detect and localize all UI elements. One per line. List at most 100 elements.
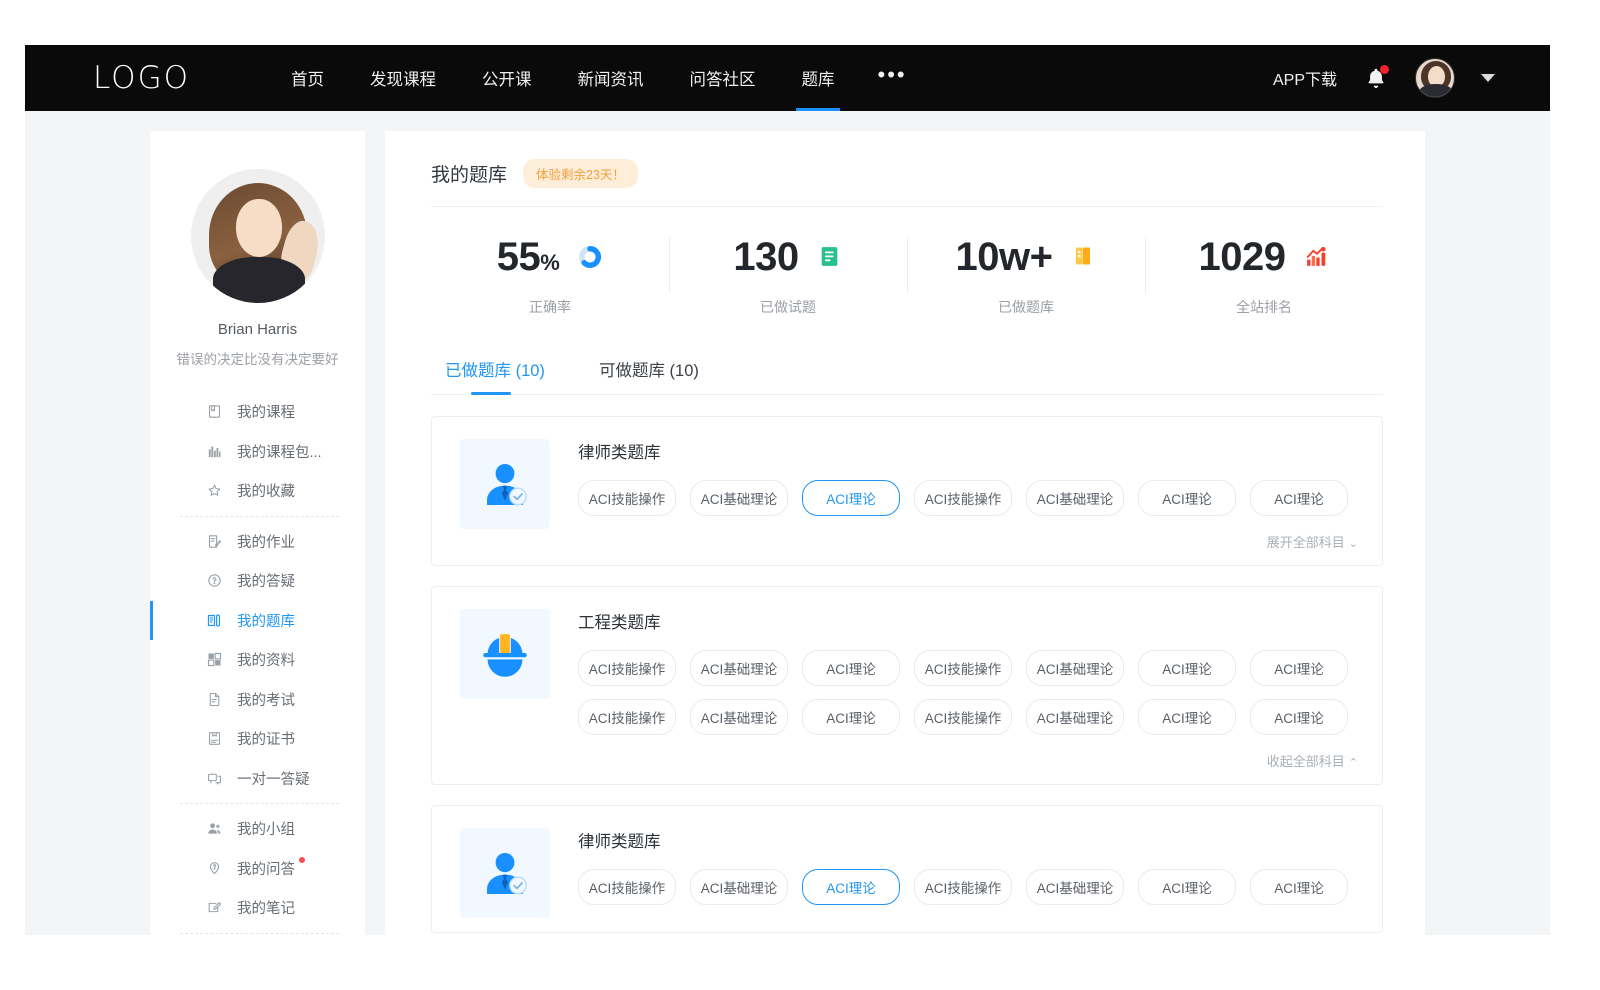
subject-tag[interactable]: ACI技能操作 xyxy=(578,869,676,905)
profile-card: Brian Harris 错误的决定比没有决定要好 xyxy=(150,169,365,368)
files-icon xyxy=(206,651,223,668)
stats-row: 55%正确率130已做试题10w+已做题库1029全站排名 xyxy=(431,207,1383,331)
nav-item-2[interactable]: 发现课程 xyxy=(347,45,459,111)
sidebar-item-label: 我的答疑 xyxy=(237,570,295,591)
sidebar-item-10[interactable]: 一对一答疑 xyxy=(150,759,365,799)
stat-top-row: 1029 xyxy=(1145,231,1383,283)
nav-item-6[interactable]: 题库 xyxy=(779,45,858,111)
subject-tag[interactable]: ACI理论 xyxy=(1250,480,1348,516)
green-book-icon xyxy=(817,244,843,270)
subject-tag[interactable]: ACI理论 xyxy=(1138,869,1236,905)
chevron-down-icon[interactable] xyxy=(1481,74,1495,82)
homework-icon xyxy=(206,533,223,550)
subject-tag[interactable]: ACI理论 xyxy=(802,869,900,905)
tab-1[interactable]: 已做题库 (10) xyxy=(445,357,545,394)
nav-item-1[interactable]: 首页 xyxy=(268,45,347,111)
tab-2[interactable]: 可做题库 (10) xyxy=(599,357,699,394)
menu-divider xyxy=(180,933,339,934)
subject-tag[interactable]: ACI技能操作 xyxy=(914,650,1012,686)
subject-tag[interactable]: ACI基础理论 xyxy=(690,650,788,686)
sidebar-item-label: 我的收藏 xyxy=(237,480,295,501)
nav-item-4[interactable]: 新闻资讯 xyxy=(555,45,667,111)
sidebar: Brian Harris 错误的决定比没有决定要好 我的课程我的课程包... 我的… xyxy=(150,131,365,935)
subject-tag[interactable]: ACI基础理论 xyxy=(690,480,788,516)
profile-motto: 错误的决定比没有决定要好 xyxy=(150,348,365,368)
sidebar-item-8[interactable]: 我的考试 xyxy=(150,680,365,720)
subject-tag[interactable]: ACI技能操作 xyxy=(914,699,1012,735)
sidebar-item-11[interactable]: 我的小组 xyxy=(150,809,365,849)
chat-icon xyxy=(206,770,223,787)
subject-tag[interactable]: ACI理论 xyxy=(802,480,900,516)
sidebar-item-12[interactable]: 我的问答 xyxy=(150,849,365,889)
star-icon xyxy=(206,482,223,499)
app-download-link[interactable]: APP下载 xyxy=(1273,66,1337,90)
main-nav: 首页发现课程公开课新闻资讯问答社区题库 xyxy=(268,45,858,111)
sidebar-item-6[interactable]: 我的题库 xyxy=(150,601,365,641)
sidebar-item-3[interactable]: 我的收藏 xyxy=(150,471,365,511)
subject-tag[interactable]: ACI理论 xyxy=(802,699,900,735)
page-body: Brian Harris 错误的决定比没有决定要好 我的课程我的课程包... 我的… xyxy=(25,111,1550,935)
sidebar-item-label: 我的小组 xyxy=(237,818,295,839)
subject-tag[interactable]: ACI技能操作 xyxy=(914,869,1012,905)
subject-tag[interactable]: ACI理论 xyxy=(1138,699,1236,735)
nav-item-3[interactable]: 公开课 xyxy=(459,45,555,111)
ellipsis-icon[interactable]: ••• xyxy=(858,64,927,86)
toggle-subjects-label: 收起全部科目 xyxy=(1267,754,1345,769)
bookshelf-icon xyxy=(206,443,223,460)
lawyer-avatar-icon[interactable] xyxy=(460,439,550,529)
sidebar-item-label: 我的证书 xyxy=(237,728,295,749)
content-tabs: 已做题库 (10) 可做题库 (10) xyxy=(431,331,1383,395)
profile-photo[interactable] xyxy=(191,169,325,303)
subject-tag[interactable]: ACI基础理论 xyxy=(1026,869,1124,905)
subject-tag[interactable]: ACI技能操作 xyxy=(578,650,676,686)
toggle-subjects-link[interactable]: 展开全部科目⌄ xyxy=(578,529,1358,551)
tag-row: ACI技能操作 ACI基础理论 ACI理论 ACI技能操作 ACI基础理论 ACI理论 AC… xyxy=(578,650,1358,686)
stat-top-row: 10w+ xyxy=(907,231,1145,283)
exam-icon xyxy=(206,691,223,708)
bell-icon[interactable] xyxy=(1363,65,1389,91)
sidebar-item-4[interactable]: 我的作业 xyxy=(150,522,365,562)
site-logo[interactable]: LOGO xyxy=(93,60,190,96)
card-body: 律师类题库ACI技能操作ACI基础理论ACI理论ACI技能操作ACI基础理论AC… xyxy=(578,828,1358,918)
sidebar-item-label: 我的笔记 xyxy=(237,897,295,918)
subject-tag[interactable]: ACI技能操作 xyxy=(578,480,676,516)
toggle-subjects-link[interactable]: 收起全部科目 ⌃ xyxy=(578,748,1358,770)
subject-tag[interactable]: ACI理论 xyxy=(1138,480,1236,516)
menu-divider xyxy=(180,803,339,804)
subject-tag[interactable]: ACI理论 xyxy=(1250,699,1348,735)
subject-tag[interactable]: ACI基础理论 xyxy=(1026,699,1124,735)
subject-tag[interactable]: ACI理论 xyxy=(1250,869,1348,905)
sidebar-item-7[interactable]: 我的资料 xyxy=(150,640,365,680)
sidebar-item-1[interactable]: 我的课程 xyxy=(150,392,365,432)
sidebar-item-label: 我的课程 xyxy=(237,401,295,422)
main-header: 我的题库 体验剩余23天！ xyxy=(431,159,1383,207)
donut-chart-icon xyxy=(577,244,603,270)
sidebar-item-13[interactable]: 我的笔记 xyxy=(150,888,365,928)
lawyer-avatar-icon[interactable] xyxy=(460,828,550,918)
sidebar-item-9[interactable]: 我的证书 xyxy=(150,719,365,759)
subject-tag[interactable]: ACI基础理论 xyxy=(690,699,788,735)
ranking-icon xyxy=(1303,244,1329,270)
subject-tag[interactable]: ACI基础理论 xyxy=(1026,480,1124,516)
subject-tag[interactable]: ACI基础理论 xyxy=(1026,650,1124,686)
notification-dot xyxy=(1380,65,1389,74)
subject-tag[interactable]: ACI理论 xyxy=(1138,650,1236,686)
nav-item-5[interactable]: 问答社区 xyxy=(667,45,779,111)
subject-tag[interactable]: ACI技能操作 xyxy=(578,699,676,735)
question-bank-card: 律师类题库 ACI技能操作 ACI基础理论 ACI理论 ACI技能操作 ACI基础理论 AC… xyxy=(431,416,1383,566)
card-title: 律师类题库 xyxy=(578,439,1358,463)
sidebar-item-label: 我的考试 xyxy=(237,689,295,710)
hardhat-icon[interactable] xyxy=(460,609,550,699)
chevron-up-icon: ⌃ xyxy=(1349,757,1358,769)
group-icon xyxy=(206,820,223,837)
stat-value: 1029 xyxy=(1199,237,1286,277)
sidebar-item-2[interactable]: 我的课程包... xyxy=(150,432,365,472)
stat-value: 130 xyxy=(733,237,798,277)
subject-tag[interactable]: ACI技能操作 xyxy=(914,480,1012,516)
subject-tag[interactable]: ACI基础理论 xyxy=(690,869,788,905)
sidebar-item-5[interactable]: 我的答疑 xyxy=(150,561,365,601)
avatar[interactable] xyxy=(1415,58,1455,98)
subject-tag[interactable]: ACI理论 xyxy=(802,650,900,686)
sidebar-item-label: 我的资料 xyxy=(237,649,295,670)
subject-tag[interactable]: ACI理论 xyxy=(1250,650,1348,686)
